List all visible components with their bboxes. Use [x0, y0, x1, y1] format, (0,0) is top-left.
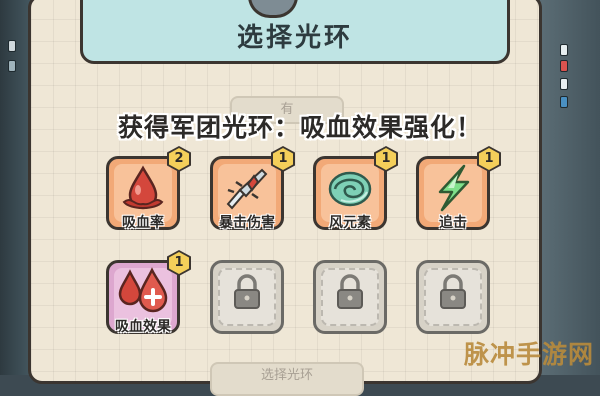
indicator-light — [560, 78, 568, 90]
halo-slot-locked — [416, 260, 490, 334]
halo-name: 吸血效果 — [115, 319, 171, 335]
halo-name: 风元素 — [329, 215, 371, 231]
halo-slot-locked — [210, 260, 284, 334]
lightning-bolt-icon — [438, 164, 470, 212]
halo-slot-lifesteal-effect[interactable]: 1 吸血效果 — [106, 250, 191, 335]
lock-icon — [337, 274, 363, 309]
indicator-light — [8, 60, 16, 72]
halo-slot-lifesteal-rate[interactable]: 2 吸血率 — [106, 146, 191, 231]
halo-slot-locked — [313, 260, 387, 334]
halo-name: 暴击伤害 — [219, 215, 275, 231]
blood-drop-icon — [122, 165, 164, 210]
indicator-light — [560, 44, 568, 56]
blood-drops-plus-icon — [118, 267, 168, 313]
right-machine-frame — [535, 0, 600, 375]
halo-name: 吸血率 — [122, 215, 164, 231]
indicator-light-red — [560, 60, 568, 72]
critical-sword-icon — [226, 168, 268, 210]
lock-icon — [234, 274, 260, 309]
page-title: 选择光环 — [236, 22, 353, 53]
site-watermark: 脉冲手游网 — [463, 340, 594, 369]
lock-icon — [440, 274, 466, 309]
halo-slot-wind-element[interactable]: 1 风元素 — [313, 146, 398, 231]
select-halo-button[interactable]: 选择光环 — [210, 362, 364, 396]
wind-swirl-icon — [328, 171, 372, 207]
halo-slot-critical-damage[interactable]: 1 暴击伤害 — [210, 146, 295, 231]
indicator-light-blue — [560, 96, 568, 108]
halo-slot-pursuit[interactable]: 1 追击 — [416, 146, 501, 231]
indicator-light — [8, 40, 16, 52]
title-banner: 选择光环 — [80, 0, 510, 64]
halo-obtained-announcement: 获得军团光环：吸血效果强化！ — [117, 113, 482, 142]
halo-name: 追击 — [439, 215, 467, 231]
